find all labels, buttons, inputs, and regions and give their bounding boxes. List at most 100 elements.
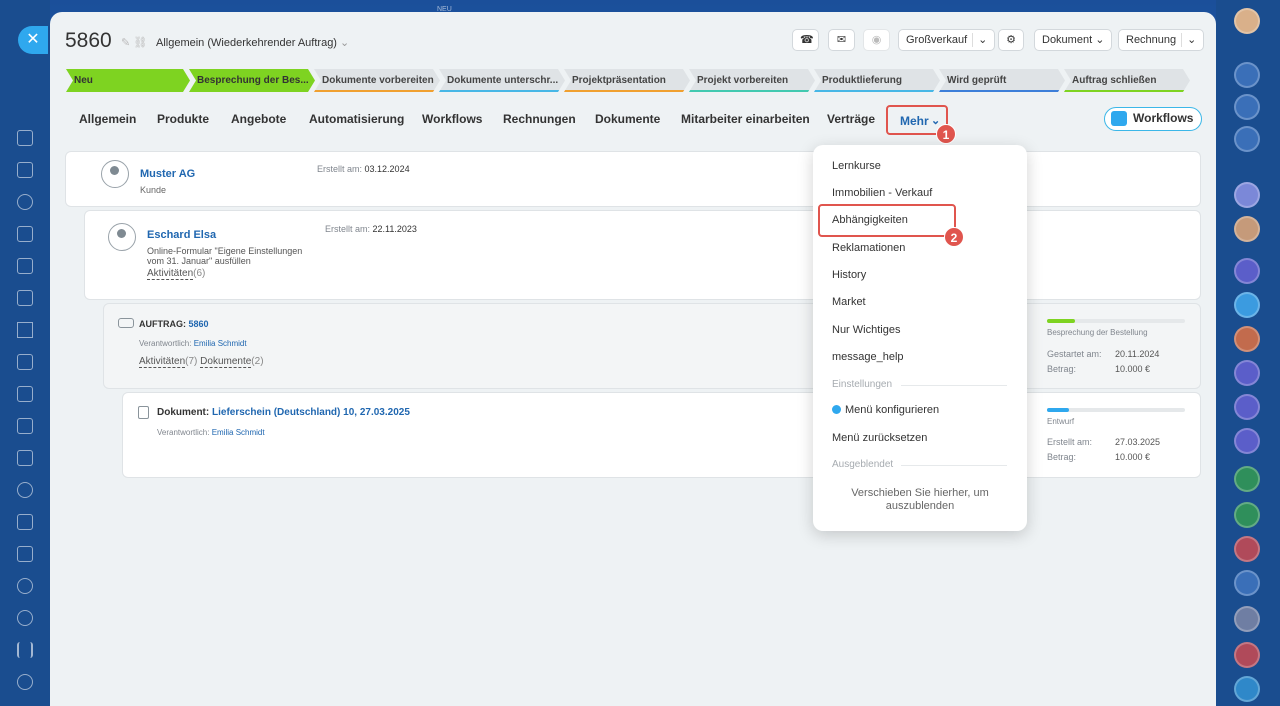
menu-item-nur-wichtiges[interactable]: Nur Wichtiges [832, 324, 900, 336]
inventory-icon[interactable] [17, 386, 33, 402]
responsible-name[interactable]: Emilia Schmidt [212, 428, 265, 437]
activity-icon[interactable] [1234, 94, 1260, 120]
robot-icon[interactable] [17, 546, 33, 562]
checklist-icon[interactable] [17, 162, 33, 178]
documents-icon[interactable] [17, 226, 33, 242]
created-date: 03.12.2024 [364, 164, 410, 174]
analytics-icon[interactable] [17, 322, 33, 338]
tab-rechnungen[interactable]: Rechnungen [503, 112, 576, 126]
tab-produkte[interactable]: Produkte [157, 112, 209, 126]
close-button[interactable]: ✕ [18, 26, 48, 54]
contact-avatar-notified[interactable] [1234, 326, 1260, 352]
messenger-button[interactable]: ◉ [863, 29, 890, 51]
tasks-icon[interactable] [17, 130, 33, 146]
lock-icon-red-2[interactable] [1234, 642, 1260, 668]
contact-avatar-photo[interactable] [1234, 216, 1260, 242]
group-avatar[interactable] [1234, 606, 1260, 632]
openline-icon[interactable] [1234, 258, 1260, 284]
documents-count: (2) [251, 356, 264, 367]
contact-avatar-h[interactable] [1234, 182, 1260, 208]
divider [901, 385, 1007, 386]
edit-title-icon[interactable]: ✎ ⛓ [121, 36, 147, 49]
openline-icon-3[interactable] [1234, 394, 1260, 420]
contacts-icon[interactable] [17, 194, 33, 210]
pricing-select[interactable]: Großverkauf ⌄ [898, 29, 996, 51]
stage-8[interactable]: Auftrag schließen [1064, 69, 1190, 92]
bell-icon[interactable] [1234, 62, 1260, 88]
mehr-label: Mehr [900, 114, 929, 128]
edit-doc-icon[interactable] [17, 418, 33, 434]
lock-icon-red[interactable] [1234, 536, 1260, 562]
tab-dokumente[interactable]: Dokumente [595, 112, 660, 126]
created-date: 22.11.2023 [372, 224, 417, 234]
tab-angebote[interactable]: Angebote [231, 112, 286, 126]
workflows-button[interactable]: Workflows [1104, 107, 1202, 131]
menu-item-lernkurse[interactable]: Lernkurse [832, 160, 881, 172]
stage-2[interactable]: Dokumente vorbereiten [314, 69, 440, 92]
user-avatar[interactable] [1234, 8, 1260, 34]
s-badge-icon[interactable] [17, 610, 33, 626]
checkbox-icon[interactable] [1234, 570, 1260, 596]
stage-5[interactable]: Projekt vorbereiten [689, 69, 815, 92]
order-title: AUFTRAG: 5860 [139, 319, 209, 329]
menu-item-message-help[interactable]: message_help [832, 351, 904, 363]
invoice-label: Rechnung [1126, 34, 1177, 46]
order-number[interactable]: 5860 [189, 319, 209, 329]
menu-item-immobilien[interactable]: Immobilien - Verkauf [832, 187, 932, 199]
stripes-icon[interactable] [17, 642, 33, 658]
menu-item-history[interactable]: History [832, 269, 866, 281]
chat-icon[interactable] [17, 450, 33, 466]
stage-3[interactable]: Dokumente unterschr... [439, 69, 565, 92]
chat-bubble-icon[interactable] [1234, 292, 1260, 318]
monitor-icon[interactable] [17, 290, 33, 306]
tab-allgemein[interactable]: Allgemein [79, 112, 136, 126]
activities-count: (7) [185, 356, 198, 367]
documents-link[interactable]: Dokumente [200, 356, 252, 368]
stage-1[interactable]: Besprechung der Bes... [189, 69, 315, 92]
stage-4[interactable]: Projektpräsentation [564, 69, 690, 92]
left-sidebar [0, 0, 50, 706]
tab-mitarbeiter[interactable]: Mitarbeiter einarbeiten [681, 112, 810, 126]
menu-item-market[interactable]: Market [832, 296, 866, 308]
lock-icon-blue[interactable] [1234, 676, 1260, 702]
card-icon[interactable] [17, 258, 33, 274]
lock-icon[interactable] [1234, 466, 1260, 492]
stage-6[interactable]: Produktlieferung [814, 69, 940, 92]
contact-name[interactable]: Eschard Elsa [147, 229, 216, 241]
menu-item-reklamationen[interactable]: Reklamationen [832, 242, 905, 254]
settings-button[interactable]: ⚙ [998, 29, 1024, 51]
category-selector[interactable]: Allgemein (Wiederkehrender Auftrag) ⌄ [156, 36, 349, 49]
menu-item-abhaengigkeiten[interactable]: Abhängigkeiten [832, 214, 908, 226]
invoice-button[interactable]: Rechnung ⌄ [1118, 29, 1205, 51]
contact-activities[interactable]: Aktivitäten(6) [147, 268, 205, 280]
activities-link[interactable]: Aktivitäten [147, 268, 194, 280]
contact-avatar-icon [108, 223, 136, 251]
search-chat-icon[interactable] [1234, 126, 1260, 152]
hidden-dropzone[interactable]: Verschieben Sie hierher, um auszublenden [833, 487, 1007, 513]
menu-reset[interactable]: Menü zurücksetzen [832, 432, 927, 444]
tab-workflows[interactable]: Workflows [422, 112, 482, 126]
shield-icon[interactable] [17, 482, 33, 498]
stage-0[interactable]: Neu [66, 69, 190, 92]
created-label: Erstellt am: [317, 164, 363, 174]
tab-vertraege[interactable]: Verträge [827, 112, 875, 126]
responsible-name[interactable]: Emilia Schmidt [194, 339, 247, 348]
document-name[interactable]: Lieferschein (Deutschland) 10, 27.03.202… [212, 407, 410, 418]
phone-button[interactable]: ☎ [792, 29, 819, 51]
target-icon[interactable] [17, 578, 33, 594]
email-button[interactable]: ✉ [828, 29, 855, 51]
activities-link[interactable]: Aktivitäten [139, 356, 186, 368]
openline-icon-2[interactable] [1234, 360, 1260, 386]
menu-configure[interactable]: Menü konfigurieren [832, 404, 939, 416]
gear-icon [832, 405, 841, 414]
document-button[interactable]: Dokument ⌄ [1034, 29, 1113, 51]
tab-automatisierung[interactable]: Automatisierung [309, 112, 404, 126]
settings-icon[interactable] [17, 674, 33, 690]
stage-7[interactable]: Wird geprüft [939, 69, 1065, 92]
lock-icon-2[interactable] [1234, 502, 1260, 528]
form-line-2: vom 31. Januar" ausfüllen [147, 256, 251, 266]
company-name[interactable]: Muster AG [140, 168, 195, 180]
openline-icon-4[interactable] [1234, 428, 1260, 454]
cart-icon[interactable] [17, 354, 33, 370]
calendar-icon[interactable] [17, 514, 33, 530]
